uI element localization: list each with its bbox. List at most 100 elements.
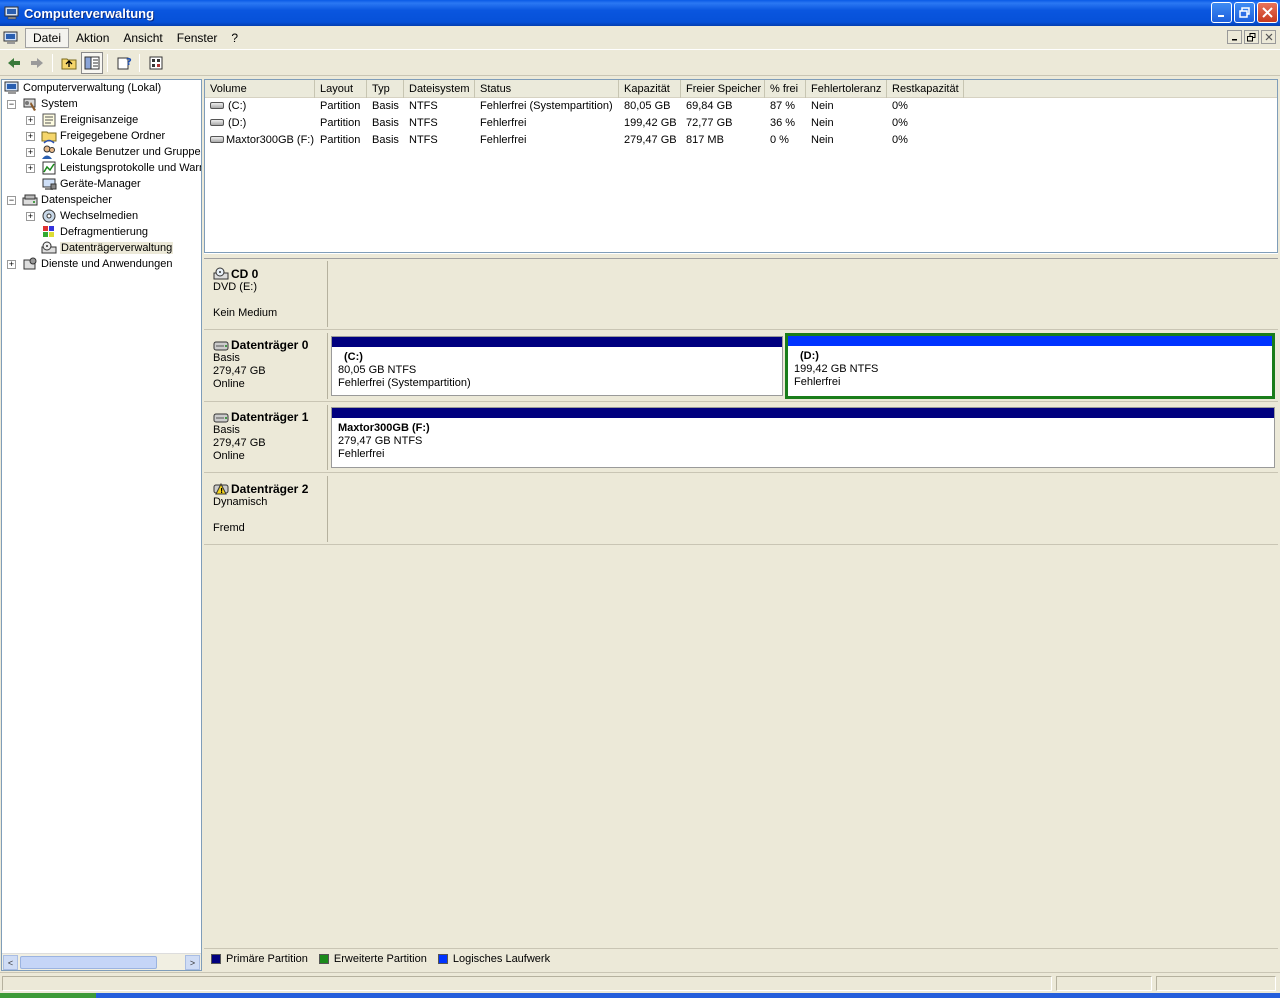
expand-dienste-toggle[interactable]: + (7, 260, 16, 269)
tree-item-datenspeicher[interactable]: Datenspeicher (22, 192, 112, 208)
disk-size: 279,47 GB (213, 365, 266, 377)
column-header-typ[interactable]: Typ (367, 80, 404, 98)
properties-button[interactable] (145, 52, 167, 74)
restore-button[interactable] (1234, 2, 1255, 23)
legend-extended: Erweiterte Partition (318, 952, 427, 965)
disk-name-text: Datenträger 0 (231, 338, 309, 352)
disk-info-1[interactable]: Datenträger 1 Basis 279,47 GB Online (206, 405, 328, 470)
tree-item-geraete-manager[interactable]: Geräte-Manager (41, 176, 141, 192)
scrollbar-thumb[interactable] (20, 956, 157, 969)
tree-item-label: Wechselmedien (60, 210, 139, 222)
expand-leistungsprotokolle-toggle[interactable]: + (26, 164, 35, 173)
tree-item-datentraegerverwaltung[interactable]: Datenträgerverwaltung (41, 240, 174, 256)
close-icon (1265, 33, 1272, 41)
disk-info-2[interactable]: ! Datenträger 2 Dynamisch Fremd (206, 476, 328, 542)
tree-item-lokale-benutzer[interactable]: Lokale Benutzer und Gruppen (41, 144, 201, 160)
expand-ereignisanzeige-toggle[interactable]: + (26, 116, 35, 125)
disk-info-cd0[interactable]: CD 0 DVD (E:) Kein Medium (206, 261, 328, 327)
rest-cell: 0% (892, 117, 908, 129)
menu-aktion[interactable]: Aktion (69, 29, 116, 47)
tree-item-dienste[interactable]: Dienste und Anwendungen (22, 256, 173, 272)
kapazitaet-cell: 199,42 GB (624, 117, 677, 129)
restore-icon (1247, 32, 1256, 41)
disk-type: Dynamisch (213, 496, 268, 508)
column-header-prozent-frei[interactable]: % frei (765, 80, 806, 98)
menu-datei[interactable]: Datei (25, 28, 70, 48)
disk-info-0[interactable]: Datenträger 0 Basis 279,47 GB Online (206, 333, 328, 399)
column-header-dateisystem[interactable]: Dateisystem (404, 80, 475, 98)
collapse-system-toggle[interactable]: − (7, 100, 16, 109)
partition-name: (C:) (344, 351, 363, 363)
column-header-status[interactable]: Status (475, 80, 619, 98)
partition-name: (D:) (800, 350, 819, 362)
tree-item-label: Dienste und Anwendungen (41, 258, 173, 270)
menu-fenster[interactable]: Fenster (170, 29, 225, 47)
tree-item-wechselmedien[interactable]: Wechselmedien (41, 208, 138, 224)
column-header-volume[interactable]: Volume (205, 80, 315, 98)
expand-lokale-benutzer-toggle[interactable]: + (26, 148, 35, 157)
tree-item-system[interactable]: System (22, 96, 78, 112)
tree-item-defragmentierung[interactable]: Defragmentierung (41, 224, 148, 240)
fehlertoleranz-cell: Nein (811, 100, 834, 112)
tree-item-label: Freigegebene Ordner (60, 130, 166, 142)
help-button[interactable]: ? (113, 52, 135, 74)
drive-icon (210, 118, 224, 126)
volume-cell: (D:) (205, 115, 315, 132)
partition-f[interactable]: Maxtor300GB (F:) 279,47 GB NTFS Fehlerfr… (331, 407, 1275, 468)
rest-cell: 0% (892, 134, 908, 146)
column-header-layout[interactable]: Layout (315, 80, 367, 98)
mdi-document-icon[interactable] (3, 30, 19, 46)
tree-item-label: Geräte-Manager (60, 178, 141, 190)
back-button[interactable] (3, 52, 25, 74)
disk-row-1: Datenträger 1 Basis 279,47 GB Online Max… (204, 403, 1278, 473)
tree-item-ereignisanzeige[interactable]: Ereignisanzeige (41, 112, 138, 128)
disk-status: Online (213, 378, 245, 390)
mdi-restore-button[interactable] (1244, 30, 1259, 44)
mdi-close-button[interactable] (1261, 30, 1276, 44)
volume-row-d[interactable]: (D:) Partition Basis NTFS Fehlerfrei 199… (205, 115, 1277, 132)
prozent-cell: 0 % (770, 134, 789, 146)
show-hide-tree-icon (84, 56, 100, 70)
partition-d[interactable]: (D:) 199,42 GB NTFS Fehlerfrei (785, 333, 1275, 399)
forward-arrow-icon (31, 58, 43, 68)
legend-label: Erweiterte Partition (333, 952, 427, 965)
column-header-fehlertoleranz[interactable]: Fehlertoleranz (806, 80, 887, 98)
volume-row-c[interactable]: (C:) Partition Basis NTFS Fehlerfrei (Sy… (205, 98, 1277, 115)
collapse-datenspeicher-toggle[interactable]: − (7, 196, 16, 205)
volume-name: (D:) (228, 117, 247, 129)
layout-cell: Partition (320, 117, 361, 129)
partition-c[interactable]: (C:) 80,05 GB NTFS Fehlerfrei (Systempar… (331, 336, 783, 396)
minimize-icon (1231, 39, 1237, 41)
menu-ansicht[interactable]: Ansicht (116, 29, 169, 47)
device-manager-icon (42, 178, 57, 190)
tree-item-leistungsprotokolle[interactable]: Leistungsprotokolle und Warn (41, 160, 201, 176)
up-level-button[interactable] (58, 52, 80, 74)
typ-cell: Basis (372, 134, 399, 146)
volume-row-f[interactable]: Maxtor300GB (F:) Partition Basis NTFS Fe… (205, 132, 1277, 149)
disk-name-text: CD 0 (231, 266, 259, 281)
status-cell: Fehlerfrei (480, 134, 527, 146)
tree-item-freigegebene-ordner[interactable]: Freigegebene Ordner (41, 128, 165, 144)
disk-name: Datenträger 1 (213, 411, 327, 424)
column-header-kapazitaet[interactable]: Kapazität (619, 80, 681, 98)
expand-freigegebene-ordner-toggle[interactable]: + (26, 132, 35, 141)
expand-wechselmedien-toggle[interactable]: + (26, 212, 35, 221)
help-icon: ? (117, 57, 132, 70)
menu-help[interactable]: ? (224, 29, 245, 47)
column-header-freier-speicher[interactable]: Freier Speicher (681, 80, 765, 98)
close-button[interactable] (1257, 2, 1278, 23)
partition-status: Fehlerfrei (338, 448, 385, 460)
scroll-right-button[interactable]: > (185, 955, 200, 970)
tree-horizontal-scrollbar[interactable]: < > (2, 953, 201, 970)
tree-item-computerverwaltung[interactable]: Computerverwaltung (Lokal) (4, 80, 161, 96)
title-bar: Computerverwaltung (0, 0, 1280, 26)
show-hide-tree-button[interactable] (81, 52, 103, 74)
start-button[interactable] (0, 993, 96, 998)
forward-button[interactable] (26, 52, 48, 74)
scroll-left-button[interactable]: < (3, 955, 18, 970)
mdi-minimize-button[interactable] (1227, 30, 1242, 44)
disk-size: 279,47 GB (213, 437, 266, 449)
cd-drive-icon (213, 267, 229, 280)
column-header-restkapazitaet[interactable]: Restkapazität (887, 80, 964, 98)
minimize-button[interactable] (1211, 2, 1232, 23)
